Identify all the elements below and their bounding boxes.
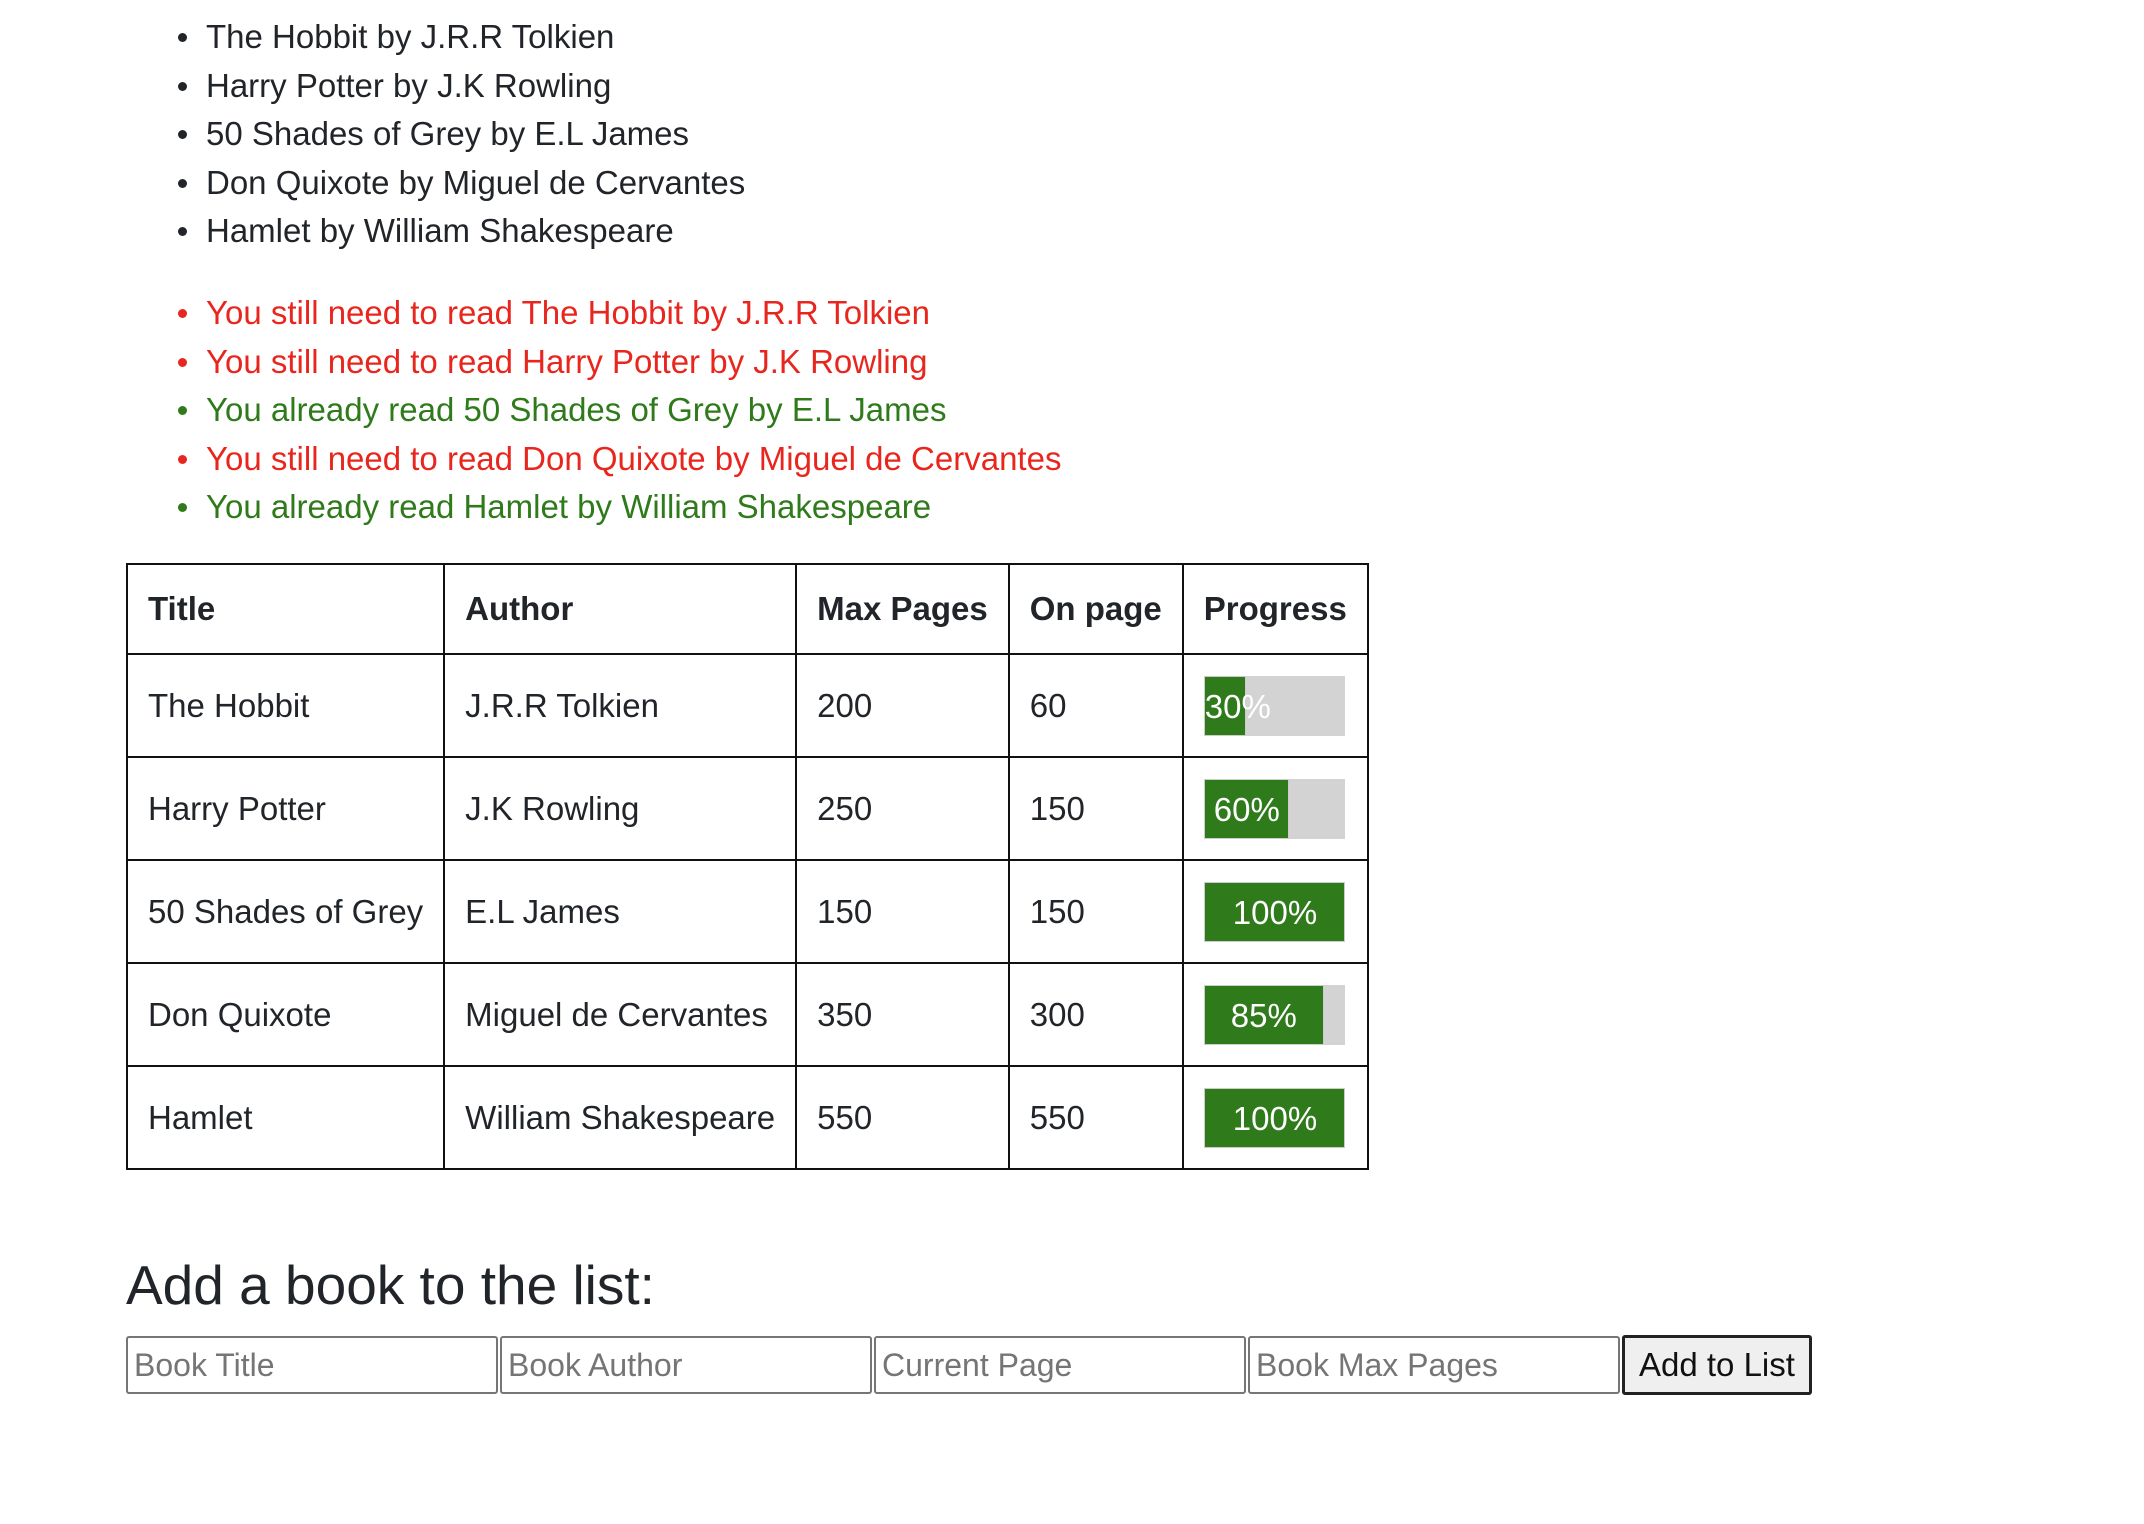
bullet-icon bbox=[178, 357, 187, 367]
progress-label: 85% bbox=[1230, 996, 1297, 1034]
column-header-max-pages: Max Pages bbox=[795, 563, 1010, 655]
bullet-icon bbox=[178, 178, 187, 188]
status-item: You already read Hamlet by William Shake… bbox=[178, 483, 1061, 532]
column-header-progress: Progress bbox=[1181, 563, 1369, 655]
column-header-on-page: On page bbox=[1007, 563, 1184, 655]
cell-title: Hamlet bbox=[125, 1065, 446, 1170]
column-header-author: Author bbox=[443, 563, 798, 655]
status-item: You still need to read Harry Potter by J… bbox=[178, 338, 1061, 387]
cell-max-pages: 200 bbox=[795, 653, 1010, 758]
cell-author: J.R.R Tolkien bbox=[443, 653, 798, 758]
books-table: Title Author Max Pages On page Progress … bbox=[125, 563, 1369, 1170]
bullet-icon bbox=[178, 130, 187, 139]
cell-title: Don Quixote bbox=[125, 962, 446, 1067]
bullet-icon bbox=[178, 454, 187, 464]
table-row: Don Quixote Miguel de Cervantes 350 300 … bbox=[125, 962, 1369, 1067]
cell-on-page: 60 bbox=[1007, 653, 1184, 758]
bullet-icon bbox=[178, 227, 187, 236]
cell-on-page: 150 bbox=[1007, 859, 1184, 964]
cell-author: E.L James bbox=[443, 859, 798, 964]
add-to-list-button[interactable]: Add to List bbox=[1622, 1335, 1812, 1395]
progress-bar: 100% bbox=[1203, 881, 1345, 942]
table-row: The Hobbit J.R.R Tolkien 200 60 30% bbox=[125, 653, 1369, 758]
progress-label: 100% bbox=[1232, 893, 1318, 931]
cell-max-pages: 150 bbox=[795, 859, 1010, 964]
progress-label: 30% bbox=[1204, 687, 1271, 725]
cell-progress: 100% bbox=[1181, 1065, 1369, 1170]
current-page-input[interactable] bbox=[874, 1336, 1246, 1394]
table-row: Hamlet William Shakespeare 550 550 100% bbox=[125, 1065, 1369, 1170]
cell-title: Harry Potter bbox=[125, 756, 446, 861]
table-row: 50 Shades of Grey E.L James 150 150 100% bbox=[125, 859, 1369, 964]
cell-progress: 100% bbox=[1181, 859, 1369, 964]
max-pages-input[interactable] bbox=[1248, 1336, 1620, 1394]
status-item: You still need to read The Hobbit by J.R… bbox=[178, 289, 1061, 338]
cell-progress: 60% bbox=[1181, 756, 1369, 861]
progress-label: 100% bbox=[1232, 1099, 1318, 1137]
progress-label: 60% bbox=[1213, 790, 1280, 828]
bullet-icon bbox=[178, 33, 187, 42]
table-row: Harry Potter J.K Rowling 250 150 60% bbox=[125, 756, 1369, 861]
cell-max-pages: 250 bbox=[795, 756, 1010, 861]
list-item: The Hobbit by J.R.R Tolkien bbox=[178, 13, 745, 62]
table-header-row: Title Author Max Pages On page Progress bbox=[125, 563, 1369, 655]
app-root: The Hobbit by J.R.R Tolkien Harry Potter… bbox=[0, 0, 2144, 1524]
book-list: The Hobbit by J.R.R Tolkien Harry Potter… bbox=[178, 13, 745, 256]
progress-bar: 85% bbox=[1203, 984, 1345, 1045]
bullet-icon bbox=[178, 81, 187, 91]
cell-author: J.K Rowling bbox=[443, 756, 798, 861]
book-title-input[interactable] bbox=[126, 1336, 498, 1394]
progress-bar: 60% bbox=[1203, 778, 1345, 839]
cell-title: The Hobbit bbox=[125, 653, 446, 758]
cell-on-page: 150 bbox=[1007, 756, 1184, 861]
list-item: Hamlet by William Shakespeare bbox=[178, 207, 745, 256]
list-item: Don Quixote by Miguel de Cervantes bbox=[178, 159, 745, 208]
add-book-form: Add to List bbox=[126, 1335, 1812, 1395]
cell-on-page: 300 bbox=[1007, 962, 1184, 1067]
reading-status-list: You still need to read The Hobbit by J.R… bbox=[178, 289, 1061, 532]
progress-bar: 30% bbox=[1203, 675, 1345, 736]
list-item: 50 Shades of Grey by E.L James bbox=[178, 110, 745, 159]
list-item: Harry Potter by J.K Rowling bbox=[178, 62, 745, 111]
cell-max-pages: 550 bbox=[795, 1065, 1010, 1170]
cell-progress: 30% bbox=[1181, 653, 1369, 758]
cell-author: Miguel de Cervantes bbox=[443, 962, 798, 1067]
cell-progress: 85% bbox=[1181, 962, 1369, 1067]
bullet-icon bbox=[178, 406, 187, 415]
cell-title: 50 Shades of Grey bbox=[125, 859, 446, 964]
cell-author: William Shakespeare bbox=[443, 1065, 798, 1170]
progress-bar: 100% bbox=[1203, 1087, 1345, 1148]
column-header-title: Title bbox=[125, 563, 446, 655]
book-author-input[interactable] bbox=[500, 1336, 872, 1394]
bullet-icon bbox=[178, 309, 187, 318]
cell-max-pages: 350 bbox=[795, 962, 1010, 1067]
add-book-heading: Add a book to the list: bbox=[126, 1254, 655, 1316]
status-item: You already read 50 Shades of Grey by E.… bbox=[178, 386, 1061, 435]
status-item: You still need to read Don Quixote by Mi… bbox=[178, 435, 1061, 484]
cell-on-page: 550 bbox=[1007, 1065, 1184, 1170]
bullet-icon bbox=[178, 503, 187, 512]
